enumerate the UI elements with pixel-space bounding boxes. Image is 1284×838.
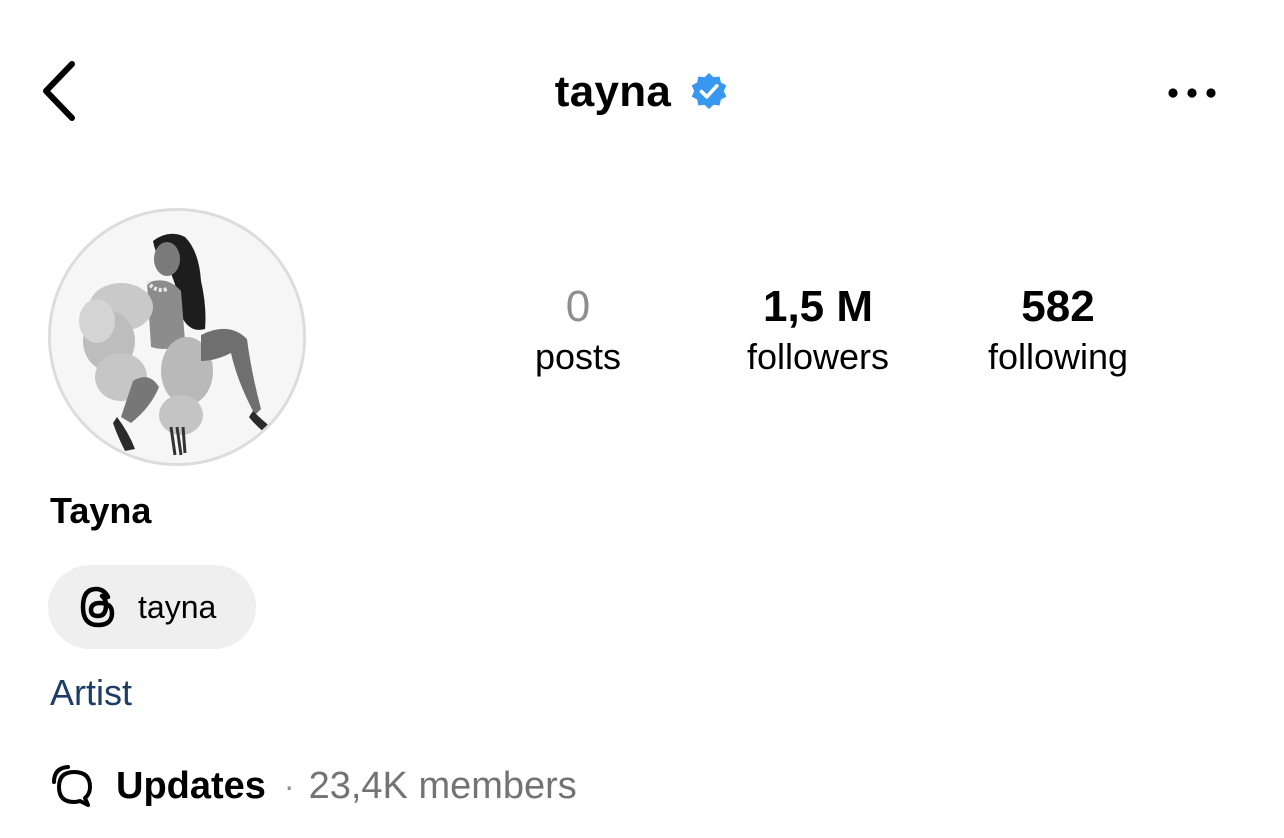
threads-handle: tayna — [138, 588, 217, 625]
following-label: following — [987, 336, 1129, 377]
display-name: Tayna — [50, 490, 152, 531]
following-stat[interactable]: 582 following — [958, 280, 1158, 380]
page-title: tayna — [554, 67, 672, 116]
posts-stat[interactable]: 0 posts — [498, 280, 658, 380]
more-options-button[interactable] — [1162, 78, 1222, 108]
channel-name: Updates — [116, 764, 266, 807]
more-horizontal-icon — [1168, 88, 1216, 98]
category-label: Artist — [50, 672, 133, 713]
profile-stats: 0 posts 1,5 M followers 582 following — [0, 280, 1284, 390]
following-count: 582 — [1021, 282, 1095, 331]
channel-members: 23,4K members — [308, 764, 577, 807]
header: tayna — [0, 62, 1284, 122]
broadcast-channel-link[interactable]: Updates · 23,4K members — [50, 756, 577, 816]
separator-dot: · — [283, 767, 295, 804]
followers-count: 1,5 M — [762, 282, 874, 331]
broadcast-channel-icon — [52, 765, 92, 807]
followers-stat[interactable]: 1,5 M followers — [718, 280, 918, 380]
verified-badge-icon — [691, 73, 727, 109]
threads-profile-button[interactable]: tayna — [48, 565, 256, 649]
threads-icon — [80, 586, 115, 628]
posts-count: 0 — [565, 282, 591, 331]
posts-label: posts — [534, 336, 622, 377]
followers-label: followers — [746, 336, 890, 377]
